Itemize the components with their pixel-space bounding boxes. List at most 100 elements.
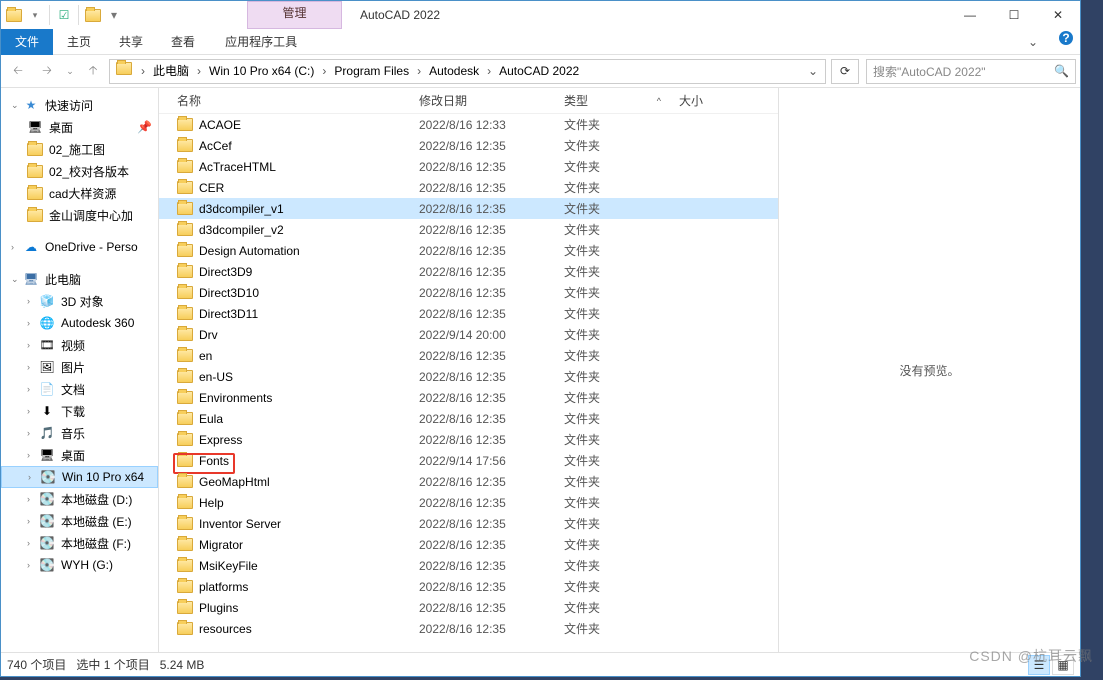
nav-pc-item[interactable]: ›🎵音乐 <box>1 422 158 444</box>
crumb-autodesk[interactable]: Autodesk <box>424 60 484 83</box>
file-row[interactable]: Design Automation2022/8/16 12:35文件夹 <box>159 240 778 261</box>
crumb-pc[interactable]: 此电脑 <box>148 60 194 83</box>
breadcrumb-bar[interactable]: › 此电脑 › Win 10 Pro x64 (C:) › Program Fi… <box>109 59 826 84</box>
navigation-pane[interactable]: ⌄ ★ 快速访问 🖥桌面📌02_施工图02_校对各版本cad大样资源金山调度中心… <box>1 88 159 652</box>
qat-dropdown-icon[interactable]: ▾ <box>26 6 44 24</box>
expand-icon[interactable]: › <box>27 384 39 394</box>
expand-icon[interactable]: › <box>27 318 39 328</box>
file-row[interactable]: Express2022/8/16 12:35文件夹 <box>159 429 778 450</box>
expand-icon[interactable]: › <box>27 538 39 548</box>
file-row[interactable]: Direct3D92022/8/16 12:35文件夹 <box>159 261 778 282</box>
file-row[interactable]: Plugins2022/8/16 12:35文件夹 <box>159 597 778 618</box>
file-row[interactable]: Migrator2022/8/16 12:35文件夹 <box>159 534 778 555</box>
back-button[interactable]: 🡠 <box>5 58 31 84</box>
file-row[interactable]: d3dcompiler_v22022/8/16 12:35文件夹 <box>159 219 778 240</box>
tab-view[interactable]: 查看 <box>157 29 209 55</box>
expand-icon[interactable]: › <box>27 516 39 526</box>
crumb-acad[interactable]: AutoCAD 2022 <box>494 60 584 83</box>
file-row[interactable]: resources2022/8/16 12:35文件夹 <box>159 618 778 639</box>
nav-pc-item[interactable]: ›💽WYH (G:) <box>1 554 158 576</box>
new-folder-icon[interactable] <box>84 6 102 24</box>
file-row[interactable]: Fonts2022/9/14 17:56文件夹 <box>159 450 778 471</box>
col-header-date[interactable]: 修改日期 <box>419 92 564 109</box>
file-row[interactable]: Environments2022/8/16 12:35文件夹 <box>159 387 778 408</box>
nav-onedrive[interactable]: › ☁ OneDrive - Perso <box>1 236 158 258</box>
nav-pc-item[interactable]: ›💽本地磁盘 (F:) <box>1 532 158 554</box>
crumb-pf[interactable]: Program Files <box>329 60 414 83</box>
file-row[interactable]: ACAOE2022/8/16 12:33文件夹 <box>159 114 778 135</box>
forward-button[interactable]: 🡢 <box>34 58 60 84</box>
recent-dropdown[interactable]: ⌄ <box>63 58 77 84</box>
expand-icon[interactable]: › <box>27 494 39 504</box>
file-row[interactable]: en2022/8/16 12:35文件夹 <box>159 345 778 366</box>
file-row[interactable]: CER2022/8/16 12:35文件夹 <box>159 177 778 198</box>
up-button[interactable]: 🡡 <box>80 58 106 84</box>
nav-pc-item[interactable]: ›📄文档 <box>1 378 158 400</box>
expand-icon[interactable]: › <box>11 242 23 252</box>
tab-app-tools[interactable]: 应用程序工具 <box>211 29 311 55</box>
chevron-right-icon[interactable]: › <box>319 64 329 78</box>
crumb-c[interactable]: Win 10 Pro x64 (C:) <box>204 60 319 83</box>
nav-pc-item[interactable]: ›🖥桌面 <box>1 444 158 466</box>
file-rows[interactable]: ACAOE2022/8/16 12:33文件夹AcCef2022/8/16 12… <box>159 114 778 652</box>
col-header-name[interactable]: 名称 <box>159 92 419 109</box>
col-header-size[interactable]: 大小 <box>679 92 759 109</box>
chevron-right-icon[interactable]: › <box>138 64 148 78</box>
help-button[interactable]: ? <box>1044 29 1072 55</box>
file-row[interactable]: d3dcompiler_v12022/8/16 12:35文件夹 <box>159 198 778 219</box>
expand-icon[interactable]: › <box>27 450 39 460</box>
expand-icon[interactable]: › <box>28 472 40 482</box>
expand-icon[interactable]: › <box>27 340 39 350</box>
nav-pc-item[interactable]: ›💽Win 10 Pro x64 <box>1 466 158 488</box>
chevron-right-icon[interactable]: › <box>484 64 494 78</box>
nav-quick-access[interactable]: ⌄ ★ 快速访问 <box>1 94 158 116</box>
expand-icon[interactable]: › <box>27 428 39 438</box>
maximize-button[interactable]: ☐ <box>992 1 1036 29</box>
close-button[interactable]: ✕ <box>1036 1 1080 29</box>
file-row[interactable]: AcCef2022/8/16 12:35文件夹 <box>159 135 778 156</box>
refresh-button[interactable]: ⟳ <box>831 59 859 84</box>
file-row[interactable]: MsiKeyFile2022/8/16 12:35文件夹 <box>159 555 778 576</box>
file-row[interactable]: AcTraceHTML2022/8/16 12:35文件夹 <box>159 156 778 177</box>
collapse-icon[interactable]: ⌄ <box>11 274 23 285</box>
nav-pc-item[interactable]: ›⬇下载 <box>1 400 158 422</box>
file-row[interactable]: Help2022/8/16 12:35文件夹 <box>159 492 778 513</box>
file-row[interactable]: Inventor Server2022/8/16 12:35文件夹 <box>159 513 778 534</box>
file-row[interactable]: Drv2022/9/14 20:00文件夹 <box>159 324 778 345</box>
expand-icon[interactable]: › <box>27 406 39 416</box>
nav-quick-item[interactable]: 02_施工图 <box>1 138 158 160</box>
nav-pc-item[interactable]: ›🖼图片 <box>1 356 158 378</box>
search-input[interactable]: 搜索"AutoCAD 2022" 🔍 <box>866 59 1076 84</box>
expand-icon[interactable]: › <box>27 296 39 306</box>
expand-icon[interactable]: › <box>27 362 39 372</box>
file-row[interactable]: platforms2022/8/16 12:35文件夹 <box>159 576 778 597</box>
address-history-dropdown[interactable]: ⌄ <box>803 64 823 78</box>
file-tab[interactable]: 文件 <box>1 29 53 55</box>
search-icon[interactable]: 🔍 <box>1054 64 1069 78</box>
nav-quick-item[interactable]: 02_校对各版本 <box>1 160 158 182</box>
nav-pc-item[interactable]: ›💽本地磁盘 (D:) <box>1 488 158 510</box>
nav-pc-item[interactable]: ›🌐Autodesk 360 <box>1 312 158 334</box>
nav-pc-item[interactable]: ›💽本地磁盘 (E:) <box>1 510 158 532</box>
file-row[interactable]: en-US2022/8/16 12:35文件夹 <box>159 366 778 387</box>
properties-icon[interactable]: ☑ <box>55 6 73 24</box>
file-row[interactable]: Direct3D102022/8/16 12:35文件夹 <box>159 282 778 303</box>
view-icons-button[interactable]: ▦ <box>1052 655 1074 675</box>
nav-quick-item[interactable]: 金山调度中心加 <box>1 204 158 226</box>
nav-quick-item[interactable]: cad大样资源 <box>1 182 158 204</box>
nav-pc-item[interactable]: ›🧊3D 对象 <box>1 290 158 312</box>
chevron-right-icon[interactable]: › <box>194 64 204 78</box>
file-row[interactable]: Direct3D112022/8/16 12:35文件夹 <box>159 303 778 324</box>
ribbon-expand-icon[interactable]: ⌄ <box>1028 35 1038 49</box>
col-header-type[interactable]: 类型 ^ <box>564 92 679 109</box>
qat-overflow-icon[interactable]: ▾ <box>105 6 123 24</box>
nav-pc-item[interactable]: ›🎞视频 <box>1 334 158 356</box>
chevron-right-icon[interactable]: › <box>414 64 424 78</box>
nav-quick-item[interactable]: 🖥桌面📌 <box>1 116 158 138</box>
tab-share[interactable]: 共享 <box>105 29 157 55</box>
file-row[interactable]: Eula2022/8/16 12:35文件夹 <box>159 408 778 429</box>
nav-this-pc[interactable]: ⌄ 🖥 此电脑 <box>1 268 158 290</box>
tab-home[interactable]: 主页 <box>53 29 105 55</box>
file-row[interactable]: GeoMapHtml2022/8/16 12:35文件夹 <box>159 471 778 492</box>
view-details-button[interactable]: ☰ <box>1028 655 1050 675</box>
